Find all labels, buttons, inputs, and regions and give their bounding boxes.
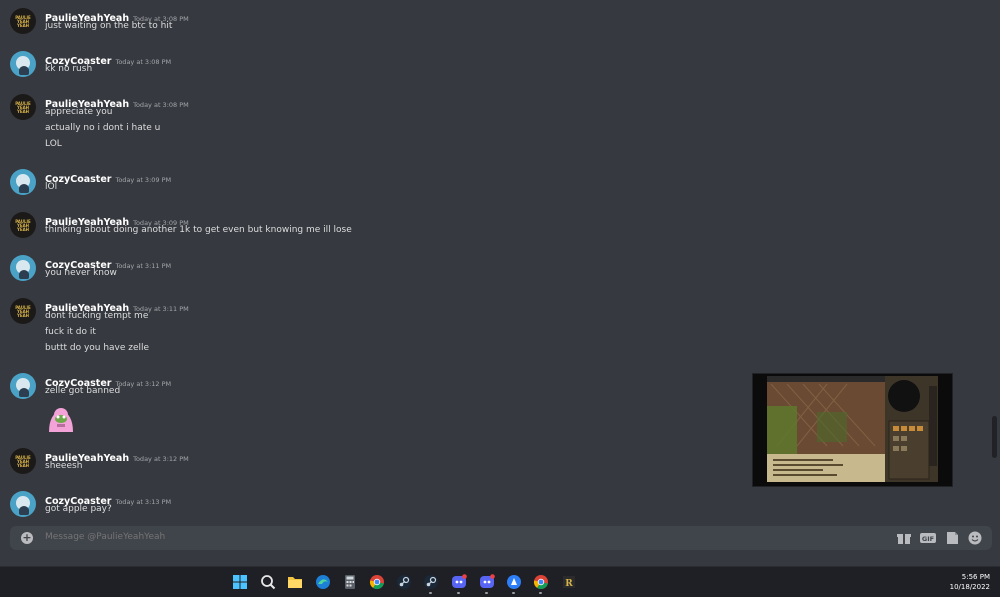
pepe-sticker bbox=[45, 404, 77, 434]
user-avatar[interactable]: PAULIE YEAH YEAH bbox=[10, 212, 36, 238]
gift-icon[interactable] bbox=[896, 530, 912, 546]
message-group: CozyCoaster Today at 3:12 PM zelle got ban… bbox=[0, 371, 740, 434]
clock-date: 10/18/2022 bbox=[949, 583, 990, 591]
picture-in-picture-video[interactable] bbox=[752, 373, 953, 487]
taskbar-runelite-icon[interactable]: R bbox=[561, 574, 577, 590]
chat-scrollbar[interactable] bbox=[992, 416, 997, 458]
system-clock[interactable]: 5:56 PM 10/18/2022 bbox=[950, 572, 990, 592]
message-text: just waiting on the btc to hit bbox=[45, 21, 173, 31]
taskbar-discord-icon[interactable] bbox=[451, 574, 467, 590]
message-group: PAULIE YEAH YEAH PaulieYeahYeah Today at 3… bbox=[0, 92, 740, 155]
attach-plus-icon[interactable]: + bbox=[21, 532, 33, 544]
message-group: CozyCoaster Today at 3:09 PM lOl bbox=[0, 167, 740, 198]
taskbar-edge-icon[interactable] bbox=[315, 574, 331, 590]
gif-icon[interactable]: GIF bbox=[919, 530, 937, 546]
taskbar-chrome-icon[interactable] bbox=[369, 574, 385, 590]
message-group: PAULIE YEAH YEAH PaulieYeahYeah Today at 3… bbox=[0, 6, 740, 37]
user-avatar[interactable]: PAULIE YEAH YEAH bbox=[10, 448, 36, 474]
message-group: PAULIE YEAH YEAH PaulieYeahYeah Today at 3… bbox=[0, 210, 740, 241]
message-timestamp: Today at 3:12 PM bbox=[115, 380, 172, 388]
message-header: PaulieYeahYeah Today at 3:08 PM bbox=[45, 6, 189, 24]
message-timestamp: Today at 3:12 PM bbox=[133, 455, 189, 463]
message-text: sheeesh bbox=[45, 461, 83, 471]
message-input[interactable] bbox=[45, 532, 645, 542]
message-text: got apple pay? bbox=[45, 504, 112, 514]
message-text: thinking about doing another 1k to get e… bbox=[45, 225, 352, 235]
message-header: CozyCoaster Today at 3:13 PM bbox=[45, 489, 172, 507]
message-timestamp: Today at 3:09 PM bbox=[115, 176, 172, 184]
user-avatar[interactable] bbox=[10, 51, 36, 77]
running-indicator bbox=[485, 592, 488, 594]
message-header: CozyCoaster Today at 3:09 PM bbox=[45, 167, 172, 185]
running-indicator bbox=[539, 592, 542, 594]
message-group: PAULIE YEAH YEAH PaulieYeahYeah Today at 3… bbox=[0, 296, 740, 359]
taskbar-search-icon[interactable] bbox=[260, 574, 276, 590]
message-timestamp: Today at 3:11 PM bbox=[115, 262, 172, 270]
message-text: LOL bbox=[45, 139, 62, 149]
message-text: appreciate you bbox=[45, 107, 113, 117]
message-timestamp: Today at 3:08 PM bbox=[115, 58, 172, 66]
taskbar-windows-start-icon[interactable] bbox=[232, 574, 248, 590]
message-text: actually no i dont i hate u bbox=[45, 123, 161, 133]
user-avatar[interactable] bbox=[10, 255, 36, 281]
running-indicator bbox=[457, 592, 460, 594]
message-header: PaulieYeahYeah Today at 3:11 PM bbox=[45, 296, 189, 314]
message-text: buttt do you have zelle bbox=[45, 343, 150, 353]
message-header: CozyCoaster Today at 3:11 PM bbox=[45, 253, 172, 271]
message-text: dont fucking tempt me bbox=[45, 311, 149, 321]
gif-label: GIF bbox=[922, 535, 934, 543]
user-avatar[interactable] bbox=[10, 373, 36, 399]
taskbar-calculator-icon[interactable] bbox=[342, 574, 358, 590]
message-timestamp: Today at 3:13 PM bbox=[115, 498, 172, 506]
message-text: kk no rush bbox=[45, 64, 93, 74]
windows-taskbar: R 5:56 PM 10/18/2022 bbox=[0, 566, 1000, 597]
message-text: lOl bbox=[45, 182, 58, 192]
sticker-icon[interactable] bbox=[944, 530, 960, 546]
message-header: CozyCoaster Today at 3:08 PM bbox=[45, 49, 172, 67]
message-text: you never know bbox=[45, 268, 117, 278]
emoji-icon[interactable] bbox=[967, 530, 983, 546]
message-group: CozyCoaster Today at 3:13 PM got apple pay… bbox=[0, 489, 740, 520]
running-indicator bbox=[512, 592, 515, 594]
taskbar-steam-icon[interactable] bbox=[396, 574, 412, 590]
user-avatar[interactable] bbox=[10, 169, 36, 195]
taskbar-steam-icon[interactable] bbox=[423, 574, 439, 590]
user-avatar[interactable]: PAULIE YEAH YEAH bbox=[10, 298, 36, 324]
taskbar-app-icon[interactable] bbox=[506, 574, 522, 590]
game-stream-preview bbox=[767, 376, 938, 482]
message-header: PaulieYeahYeah Today at 3:08 PM bbox=[45, 92, 189, 110]
taskbar-file-explorer-icon[interactable] bbox=[287, 574, 303, 590]
clock-time: 5:56 PM bbox=[961, 573, 990, 581]
svg-text:R: R bbox=[565, 579, 573, 589]
message-group: CozyCoaster Today at 3:11 PM you never kno… bbox=[0, 253, 740, 284]
message-group: PAULIE YEAH YEAH PaulieYeahYeah Today at 3… bbox=[0, 446, 740, 477]
taskbar-discord-icon[interactable] bbox=[479, 574, 495, 590]
message-timestamp: Today at 3:08 PM bbox=[133, 101, 189, 109]
user-avatar[interactable]: PAULIE YEAH YEAH bbox=[10, 8, 36, 34]
message-header: CozyCoaster Today at 3:12 PM bbox=[45, 371, 172, 389]
message-group: CozyCoaster Today at 3:08 PM kk no rush bbox=[0, 49, 740, 80]
user-avatar[interactable]: PAULIE YEAH YEAH bbox=[10, 94, 36, 120]
message-text: zelle got banned bbox=[45, 386, 121, 396]
message-header: PaulieYeahYeah Today at 3:12 PM bbox=[45, 446, 189, 464]
user-avatar[interactable] bbox=[10, 491, 36, 517]
taskbar-chrome-icon[interactable] bbox=[533, 574, 549, 590]
message-text: fuck it do it bbox=[45, 327, 96, 337]
message-header: PaulieYeahYeah Today at 3:09 PM bbox=[45, 210, 189, 228]
running-indicator bbox=[429, 592, 432, 594]
message-composer: + GIF bbox=[10, 526, 992, 550]
